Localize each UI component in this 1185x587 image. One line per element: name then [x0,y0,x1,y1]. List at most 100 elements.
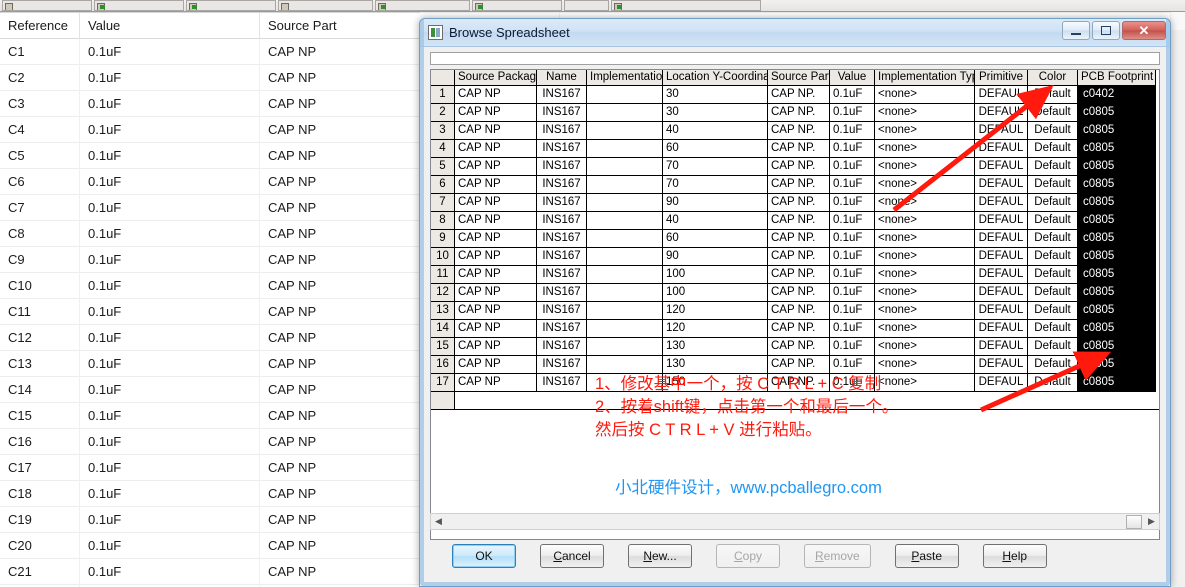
cell-source-part[interactable]: CAP NP. [768,194,830,212]
cell-implementation[interactable] [587,176,663,194]
cell-source-part[interactable]: CAP NP. [768,302,830,320]
minimize-button[interactable] [1062,21,1090,40]
grid-row[interactable]: 14 CAP NP INS167 120 CAP NP. 0.1uF <none> DEFAU… [431,320,1159,338]
cell-name[interactable]: INS167 [537,122,587,140]
grid-row[interactable]: 2 CAP NP INS167 30 CAP NP. 0.1uF <none> DEFAUL D… [431,104,1159,122]
cell-name[interactable]: INS167 [537,194,587,212]
cell-impl-type[interactable]: <none> [875,212,975,230]
cell-source-part[interactable]: CAP NP. [768,158,830,176]
cell-source-part[interactable]: CAP NP. [768,320,830,338]
cell-impl-type[interactable]: <none> [875,266,975,284]
background-vertical-scrollbar[interactable] [1170,12,1185,587]
cancel-button[interactable]: Cancel [540,544,604,568]
ok-button[interactable]: OK [452,544,516,568]
cell-impl-type[interactable]: <none> [875,338,975,356]
cell-source-package[interactable]: CAP NP [455,86,537,104]
cell-source-package[interactable]: CAP NP [455,140,537,158]
toolbar-button-1[interactable] [2,0,92,11]
grid-col-source-package[interactable]: Source Package [455,70,537,86]
new-button[interactable]: New... [628,544,692,568]
cell-location-y[interactable]: 90 [663,248,768,266]
cell-location-y[interactable]: 120 [663,302,768,320]
cell-implementation[interactable] [587,122,663,140]
cell-location-y[interactable]: 40 [663,122,768,140]
cell-value[interactable]: 0.1uF [830,266,875,284]
dialog-titlebar[interactable]: Browse Spreadsheet ✕ [420,19,1170,47]
toolbar-button-3[interactable] [186,0,276,11]
cell-source-package[interactable]: CAP NP [455,374,537,392]
grid-row-index[interactable]: 14 [431,320,455,338]
cell-source-package[interactable]: CAP NP [455,320,537,338]
cell-name[interactable]: INS167 [537,248,587,266]
cell-source-part[interactable]: CAP NP. [768,266,830,284]
cell-implementation[interactable] [587,104,663,122]
cell-name[interactable]: INS167 [537,140,587,158]
toolbar-button-5[interactable] [375,0,470,11]
cell-impl-type[interactable]: <none> [875,86,975,104]
cell-color[interactable]: Default [1028,320,1078,338]
cell-impl-type[interactable]: <none> [875,158,975,176]
cell-source-package[interactable]: CAP NP [455,356,537,374]
grid-horizontal-scrollbar[interactable]: ◀ ▶ [430,513,1160,530]
grid-row-index[interactable]: 17 [431,374,455,392]
cell-value[interactable]: 0.1uF [830,194,875,212]
grid-col-source-part[interactable]: Source Part [768,70,830,86]
hscroll-thumb[interactable] [1126,515,1142,529]
cell-primitive[interactable]: DEFAUL [975,248,1028,266]
cell-impl-type[interactable]: <none> [875,194,975,212]
cell-implementation[interactable] [587,158,663,176]
cell-value[interactable]: 0.1uF [830,302,875,320]
cell-pcb-footprint[interactable]: c0805 [1078,176,1156,194]
grid-col-location-y[interactable]: Location Y-Coordinate [663,70,768,86]
cell-pcb-footprint[interactable]: c0805 [1078,302,1156,320]
bg-col-value[interactable]: Value [80,13,260,39]
cell-name[interactable]: INS167 [537,266,587,284]
cell-source-package[interactable]: CAP NP [455,104,537,122]
cell-name[interactable]: INS167 [537,320,587,338]
cell-primitive[interactable]: DEFAUL [975,284,1028,302]
cell-impl-type[interactable]: <none> [875,302,975,320]
grid-row[interactable]: 1 CAP NP INS167 30 CAP NP. 0.1uF <none> DEFAUL D… [431,86,1159,104]
cell-pcb-footprint[interactable]: c0805 [1078,122,1156,140]
grid-row-index[interactable]: 11 [431,266,455,284]
cell-impl-type[interactable]: <none> [875,122,975,140]
cell-value[interactable]: 0.1uF [830,320,875,338]
cell-source-package[interactable]: CAP NP [455,122,537,140]
cell-source-package[interactable]: CAP NP [455,194,537,212]
cell-color[interactable]: Default [1028,338,1078,356]
cell-source-package[interactable]: CAP NP [455,176,537,194]
grid-row-index[interactable]: 7 [431,194,455,212]
grid-row[interactable]: 5 CAP NP INS167 70 CAP NP. 0.1uF <none> DEFAUL D… [431,158,1159,176]
cell-color[interactable]: Default [1028,176,1078,194]
grid-col-value[interactable]: Value [830,70,875,86]
cell-value[interactable]: 0.1uF [830,284,875,302]
scroll-left-icon[interactable]: ◀ [431,514,446,529]
cell-source-package[interactable]: CAP NP [455,338,537,356]
cell-pcb-footprint[interactable]: c0805 [1078,212,1156,230]
cell-value[interactable]: 0.1uF [830,248,875,266]
cell-primitive[interactable]: DEFAUL [975,356,1028,374]
cell-primitive[interactable]: DEFAUL [975,230,1028,248]
cell-color[interactable]: Default [1028,122,1078,140]
grid-col-implementation[interactable]: Implementation [587,70,663,86]
cell-pcb-footprint[interactable]: c0805 [1078,338,1156,356]
cell-implementation[interactable] [587,230,663,248]
grid-row[interactable]: 6 CAP NP INS167 70 CAP NP. 0.1uF <none> DEFAUL D… [431,176,1159,194]
cell-name[interactable]: INS167 [537,302,587,320]
cell-primitive[interactable]: DEFAUL [975,266,1028,284]
cell-edit-field[interactable] [430,52,1160,65]
grid-row-index[interactable]: 16 [431,356,455,374]
cell-primitive[interactable]: DEFAUL [975,374,1028,392]
cell-value[interactable]: 0.1uF [830,122,875,140]
cell-source-part[interactable]: CAP NP. [768,122,830,140]
spreadsheet-grid[interactable]: Source Package Name Implementation Locat… [430,69,1160,540]
cell-name[interactable]: INS167 [537,338,587,356]
cell-impl-type[interactable]: <none> [875,140,975,158]
grid-row-index[interactable]: 1 [431,86,455,104]
toolbar-button-4[interactable] [278,0,373,11]
cell-color[interactable]: Default [1028,248,1078,266]
cell-pcb-footprint[interactable]: c0805 [1078,230,1156,248]
cell-name[interactable]: INS167 [537,86,587,104]
cell-implementation[interactable] [587,302,663,320]
cell-location-y[interactable]: 30 [663,86,768,104]
